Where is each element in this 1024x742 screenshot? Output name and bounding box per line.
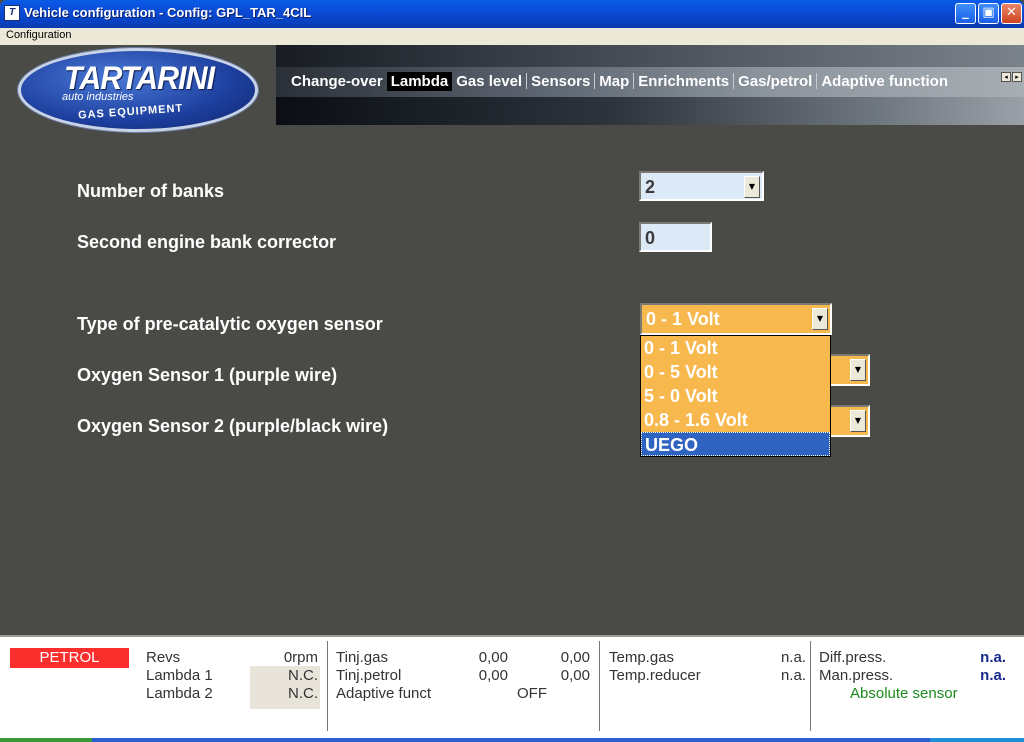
sensor-type-value: 0 - 1 Volt	[646, 309, 720, 329]
corrector-input[interactable]: 0	[639, 222, 712, 252]
fuel-mode-badge: PETROL	[10, 648, 129, 668]
status-divider	[599, 641, 600, 731]
temp-reducer-value: n.a.	[780, 667, 806, 684]
window-title: Vehicle configuration - Config: GPL_TAR_…	[24, 5, 312, 20]
tab-strip: Change-over Lambda Gas level Sensors Map…	[287, 70, 952, 92]
tab-gas-level[interactable]: Gas level	[452, 72, 526, 91]
tab-lambda[interactable]: Lambda	[386, 71, 453, 91]
tab-enrichments[interactable]: Enrichments	[634, 72, 733, 91]
app-icon[interactable]: T	[4, 5, 20, 21]
tinj-gas-label: Tinj.gas	[336, 649, 388, 666]
dropdown-option[interactable]: 0 - 1 Volt	[641, 336, 830, 360]
tab-band-bottom	[276, 97, 1024, 125]
sensor1-label: Oxygen Sensor 1 (purple wire)	[77, 365, 338, 385]
adaptive-label: Adaptive funct	[336, 685, 432, 702]
status-divider	[810, 641, 811, 731]
chevron-down-icon[interactable]: ▼	[744, 176, 760, 198]
banks-select[interactable]: 2 ▼	[639, 171, 764, 201]
status-divider	[327, 641, 328, 731]
tinj-gas-value-1: 0,00	[478, 649, 508, 666]
tab-sensors[interactable]: Sensors	[527, 72, 594, 91]
temp-gas-label: Temp.gas	[609, 649, 675, 666]
sensor-type-select[interactable]: 0 - 1 Volt ▼	[640, 303, 832, 335]
temp-reducer-label: Temp.reducer	[609, 667, 701, 684]
diff-press-value: n.a.	[980, 649, 1006, 666]
tab-scroll-right-icon[interactable]: ▸	[1012, 72, 1022, 82]
title-bar: T Vehicle configuration - Config: GPL_TA…	[0, 0, 1024, 28]
chevron-down-icon[interactable]: ▼	[812, 308, 828, 330]
diff-press-label: Diff.press.	[819, 649, 887, 666]
close-button[interactable]: ✕	[1001, 3, 1022, 24]
lambda1-label: Lambda 1	[146, 667, 213, 684]
banks-label: Number of banks	[77, 181, 225, 201]
maximize-button[interactable]: ▣	[978, 3, 999, 24]
corrector-value: 0	[645, 228, 656, 248]
sensor2-label: Oxygen Sensor 2 (purple/black wire)	[77, 416, 389, 436]
tab-band-top	[276, 45, 1024, 67]
minimize-button[interactable]: _	[955, 3, 976, 24]
tab-change-over[interactable]: Change-over	[287, 72, 387, 91]
dropdown-option[interactable]: 5 - 0 Volt	[641, 384, 830, 408]
tab-map[interactable]: Map	[595, 72, 633, 91]
tinj-petrol-value-1: 0,00	[478, 667, 508, 684]
tinj-gas-value-2: 0,00	[560, 649, 590, 666]
temp-gas-value: n.a.	[780, 649, 806, 666]
tinj-petrol-label: Tinj.petrol	[336, 667, 402, 684]
chevron-down-icon[interactable]: ▼	[850, 410, 866, 432]
sensor-note: Absolute sensor	[850, 685, 958, 702]
menu-bar: Configuration	[0, 28, 1024, 45]
tab-adaptive-function[interactable]: Adaptive function	[817, 72, 952, 91]
dropdown-option-highlighted[interactable]: UEGO	[641, 432, 830, 456]
logo-subtitle: auto industries	[62, 91, 134, 103]
tab-gas-petrol[interactable]: Gas/petrol	[734, 72, 816, 91]
menu-configuration[interactable]: Configuration	[6, 29, 71, 41]
corrector-label: Second engine bank corrector	[77, 232, 337, 252]
taskbar-edge	[0, 738, 1024, 742]
revs-label: Revs	[146, 649, 181, 666]
lambda1-value: N.C.	[288, 667, 318, 684]
man-press-label: Man.press.	[819, 667, 894, 684]
man-press-value: n.a.	[980, 667, 1006, 684]
chevron-down-icon[interactable]: ▼	[850, 359, 866, 381]
tab-scroll-left-icon[interactable]: ◂	[1001, 72, 1011, 82]
banks-value: 2	[645, 177, 656, 197]
tinj-petrol-value-2: 0,00	[560, 667, 590, 684]
sensor-type-label: Type of pre-catalytic oxygen sensor	[77, 314, 383, 334]
sensor-type-dropdown-list: 0 - 1 Volt 0 - 5 Volt 5 - 0 Volt 0.8 - 1…	[640, 335, 831, 457]
dropdown-option[interactable]: 0 - 5 Volt	[641, 360, 830, 384]
lambda2-label: Lambda 2	[146, 685, 213, 702]
adaptive-value: OFF	[517, 685, 547, 702]
revs-value: 0rpm	[283, 649, 318, 666]
lambda2-value: N.C.	[288, 685, 318, 702]
dropdown-option[interactable]: 0.8 - 1.6 Volt	[641, 408, 830, 432]
